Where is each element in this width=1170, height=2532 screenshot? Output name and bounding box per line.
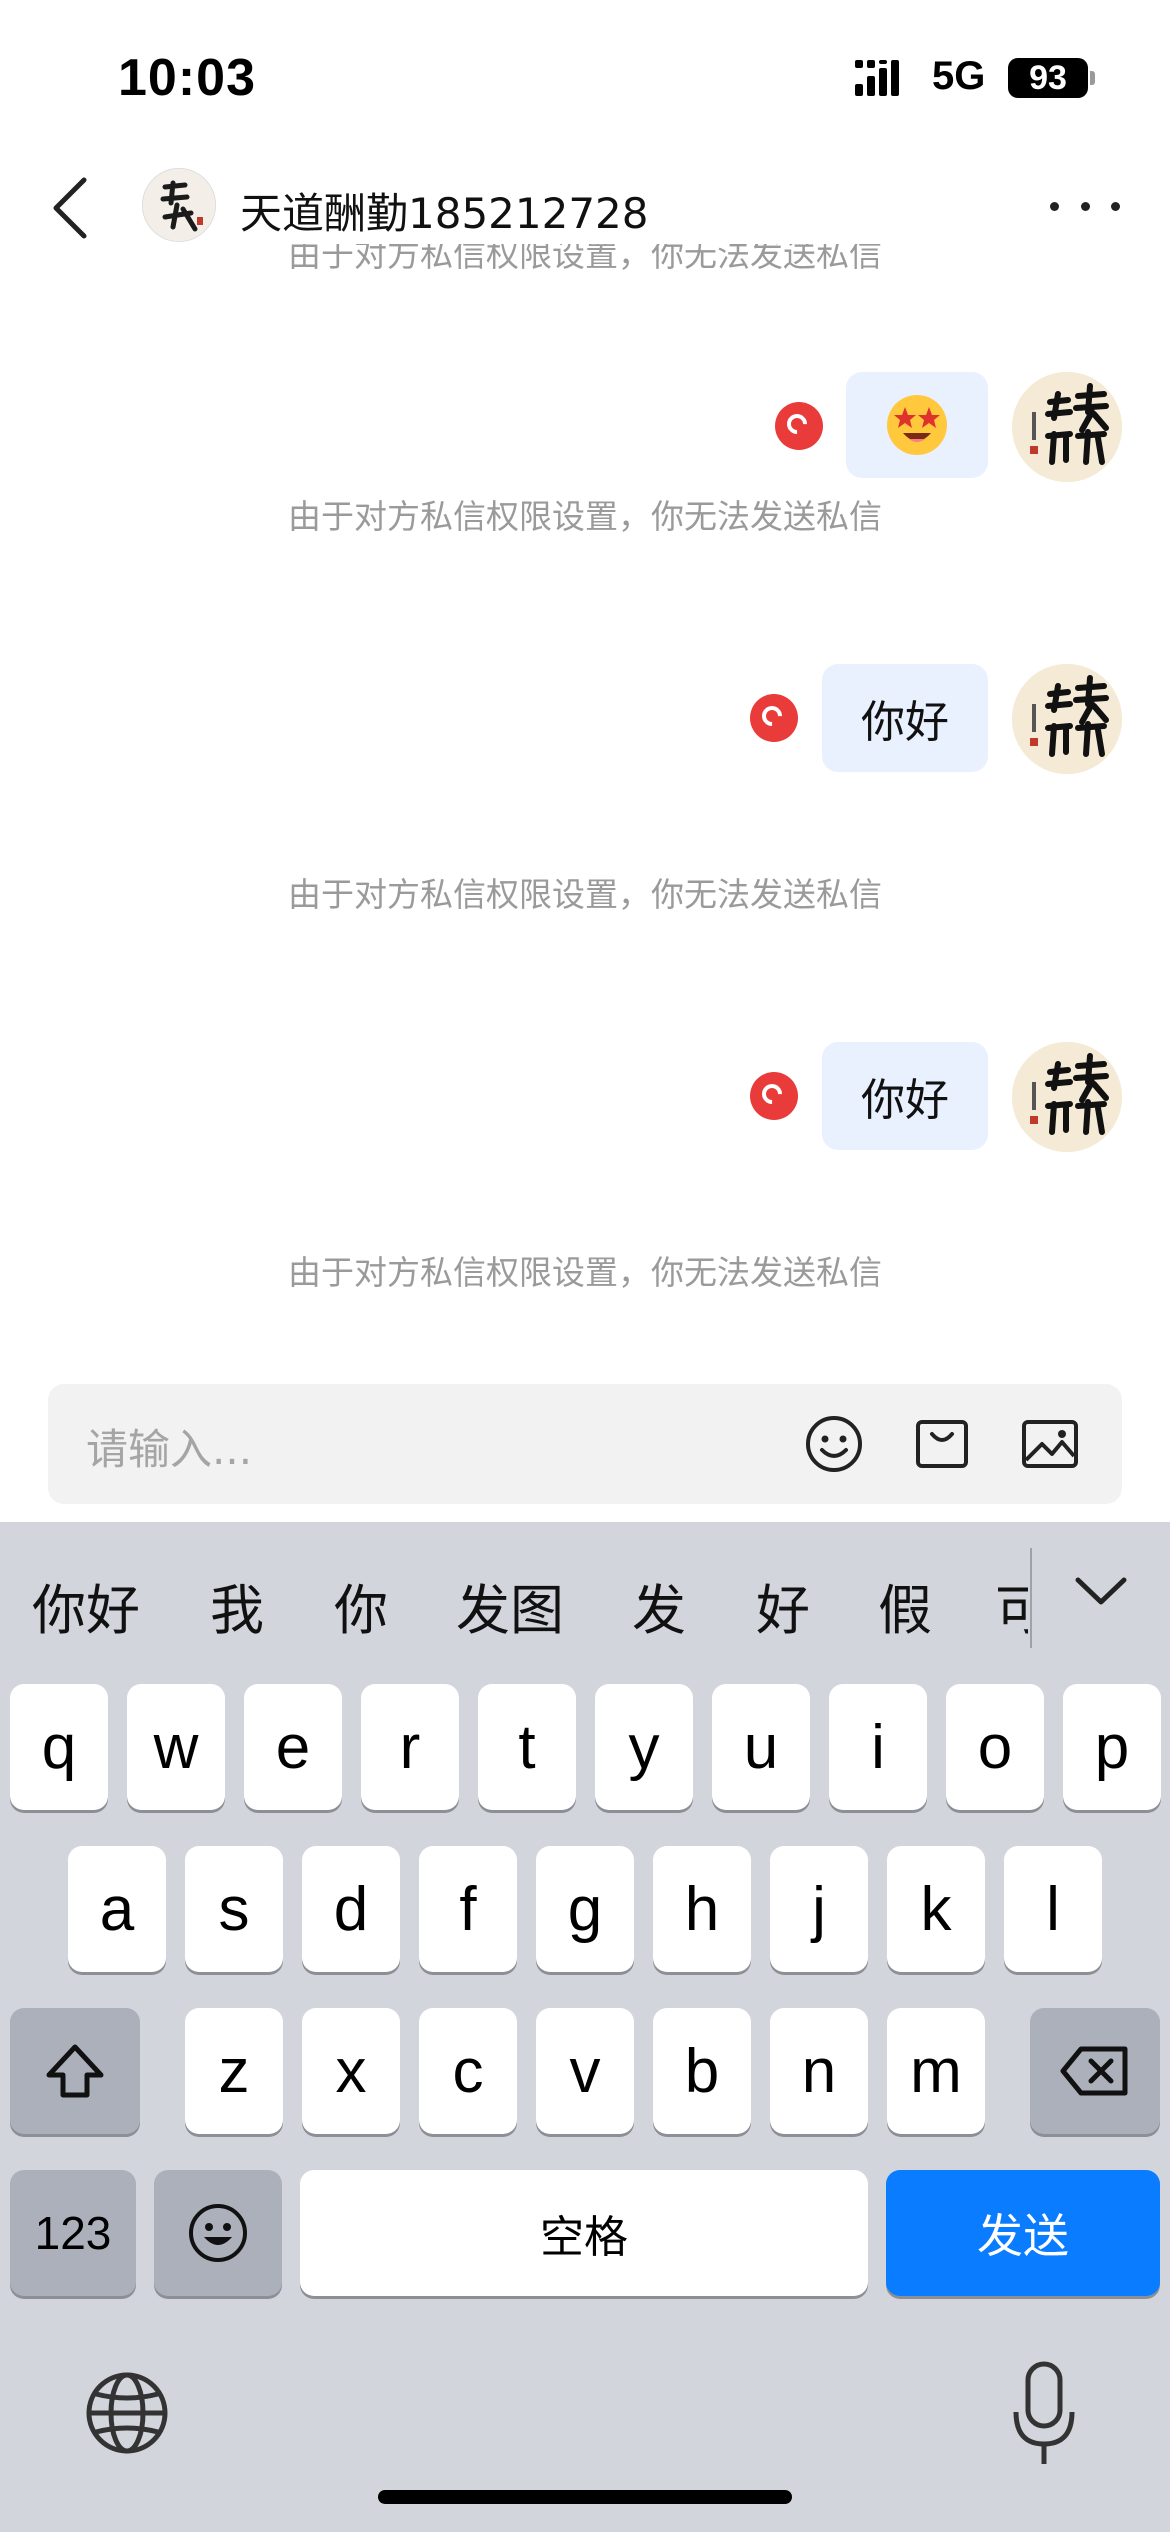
battery-tip [1090, 71, 1095, 85]
input-placeholder: 请输入... [86, 1425, 253, 1474]
back-button[interactable] [40, 168, 100, 248]
key-r[interactable]: r [361, 1684, 459, 1810]
key-m[interactable]: m [887, 2008, 985, 2134]
backspace-icon [1060, 2046, 1128, 2096]
key-v[interactable]: v [536, 2008, 634, 2134]
battery-level: 93 [1008, 58, 1088, 98]
key-a[interactable]: a [68, 1846, 166, 1972]
microphone-icon[interactable] [1010, 2360, 1078, 2470]
home-indicator[interactable] [378, 2490, 792, 2504]
calligraphy-avatar-image [1012, 1042, 1122, 1152]
image-icon[interactable] [1018, 1412, 1082, 1476]
candidate-divider [1030, 1548, 1032, 1648]
candidate-word[interactable]: 发 [632, 1566, 686, 1645]
globe-icon[interactable] [84, 2370, 170, 2456]
message-bubble[interactable]: 你好 [822, 664, 988, 772]
key-f[interactable]: f [419, 1846, 517, 1972]
system-notice: 由于对方私信权限设置，你无法发送私信 [288, 497, 882, 536]
shift-key[interactable] [10, 2008, 140, 2134]
peer-avatar[interactable] [142, 168, 216, 242]
more-options-button[interactable] [1050, 186, 1120, 226]
send-failed-icon[interactable] [750, 694, 798, 742]
key-q[interactable]: q [10, 1684, 108, 1810]
key-z[interactable]: z [185, 2008, 283, 2134]
key-b[interactable]: b [653, 2008, 751, 2134]
key-l[interactable]: l [1004, 1846, 1102, 1972]
calligraphy-avatar-image [1012, 372, 1122, 482]
candidate-word: 可 [995, 1579, 1028, 1640]
candidate-word[interactable]: 发图 [456, 1566, 564, 1645]
calligraphy-avatar-image [1012, 664, 1122, 774]
dot-icon [1080, 201, 1090, 211]
chevron-left-icon [53, 177, 87, 239]
key-e[interactable]: e [244, 1684, 342, 1810]
star-eyes-emoji-icon [887, 395, 947, 455]
candidate-word[interactable]: 你好 [32, 1566, 140, 1645]
backspace-key[interactable] [1030, 2008, 1160, 2134]
send-failed-icon[interactable] [775, 402, 823, 450]
key-i[interactable]: i [829, 1684, 927, 1810]
key-h[interactable]: h [653, 1846, 751, 1972]
key-p[interactable]: p [1063, 1684, 1161, 1810]
candidate-overflow[interactable]: 可 [995, 1560, 1028, 1640]
my-avatar[interactable] [1012, 1042, 1122, 1152]
candidate-word[interactable]: 好 [756, 1566, 810, 1645]
key-n[interactable]: n [770, 2008, 868, 2134]
key-k[interactable]: k [887, 1846, 985, 1972]
system-notice: 由于对方私信权限设置，你无法发送私信 [288, 1253, 882, 1292]
key-j[interactable]: j [770, 1846, 868, 1972]
numbers-key[interactable]: 123 [10, 2170, 136, 2296]
key-g[interactable]: g [536, 1846, 634, 1972]
send-failed-icon[interactable] [750, 1072, 798, 1120]
key-u[interactable]: u [712, 1684, 810, 1810]
candidate-word[interactable]: 你 [334, 1566, 388, 1645]
key-t[interactable]: t [478, 1684, 576, 1810]
space-key[interactable]: 空格 [300, 2170, 868, 2296]
signal-icon [855, 60, 899, 96]
my-avatar[interactable] [1012, 372, 1122, 482]
peer-name[interactable]: 天道酬勤185212728 [240, 180, 649, 241]
dot-icon [1111, 201, 1120, 211]
candidate-word[interactable]: 我 [210, 1566, 264, 1645]
chevron-down-icon[interactable] [1074, 1574, 1128, 1608]
message-bubble[interactable]: 你好 [822, 1042, 988, 1150]
key-w[interactable]: w [127, 1684, 225, 1810]
network-type: 5G [932, 54, 986, 98]
key-s[interactable]: s [185, 1846, 283, 1972]
key-y[interactable]: y [595, 1684, 693, 1810]
emoji-icon[interactable] [802, 1412, 866, 1476]
status-time: 10:03 [118, 49, 256, 107]
key-c[interactable]: c [419, 2008, 517, 2134]
emoji-icon [189, 2204, 247, 2262]
system-notice-partial: 由于对方私信权限设置，你无法发送私信 [288, 244, 882, 274]
key-d[interactable]: d [302, 1846, 400, 1972]
shift-icon [46, 2044, 104, 2098]
message-bubble-emoji[interactable] [846, 372, 988, 478]
emoji-key[interactable] [154, 2170, 282, 2296]
send-key[interactable]: 发送 [886, 2170, 1160, 2296]
dot-icon [1050, 201, 1059, 211]
calligraphy-avatar-image [143, 169, 215, 241]
key-o[interactable]: o [946, 1684, 1044, 1810]
candidate-word[interactable]: 假 [878, 1566, 932, 1645]
system-notice: 由于对方私信权限设置，你无法发送私信 [288, 875, 882, 914]
my-avatar[interactable] [1012, 664, 1122, 774]
shopping-bag-icon[interactable] [910, 1412, 974, 1476]
key-x[interactable]: x [302, 2008, 400, 2134]
